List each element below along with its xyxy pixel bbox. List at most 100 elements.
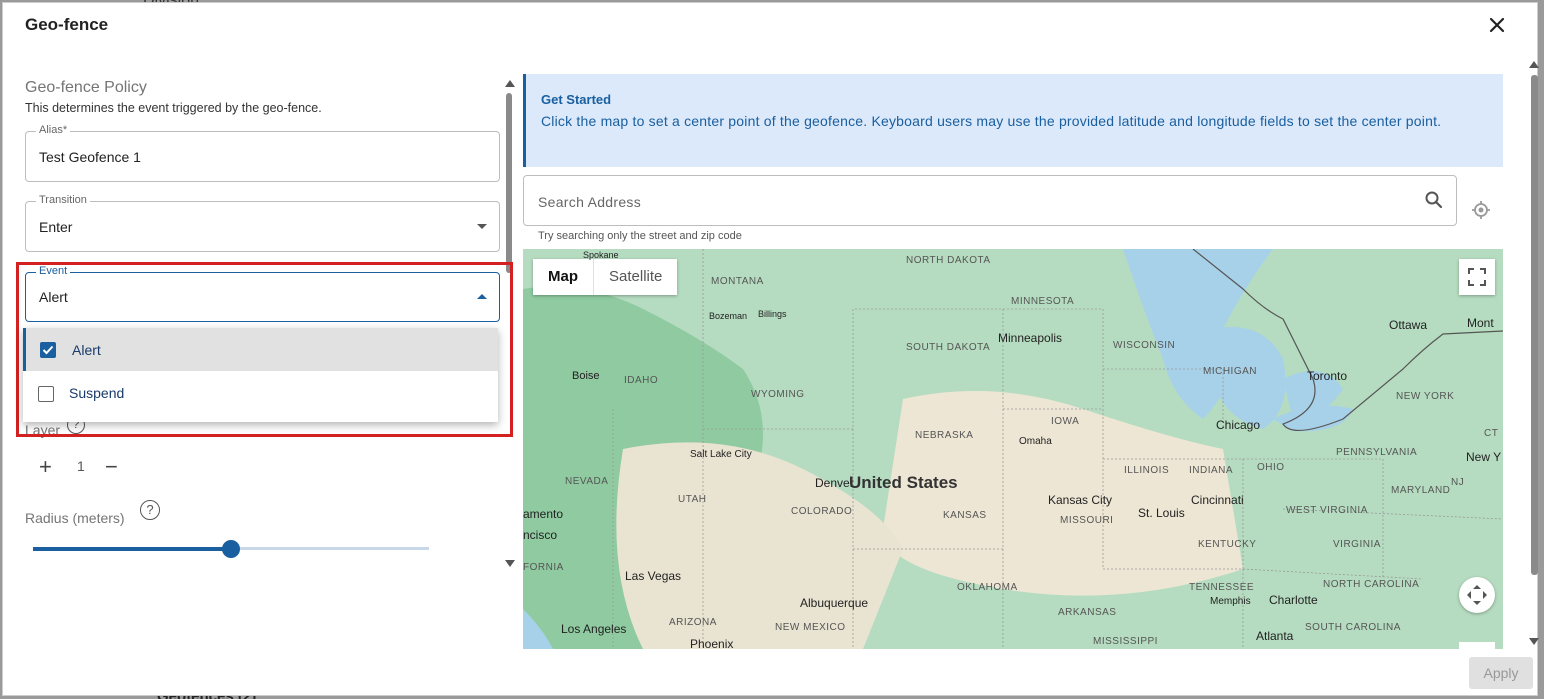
transition-select[interactable]: Transition Enter xyxy=(25,194,500,252)
state-label: MONTANA xyxy=(711,276,764,287)
state-label: SOUTH DAKOTA xyxy=(906,342,991,353)
banner-text: Click the map to set a center point of t… xyxy=(541,113,1442,129)
right-scrollbar[interactable] xyxy=(1531,75,1538,575)
city-label: Phoenix xyxy=(690,637,734,649)
state-label: UTAH xyxy=(678,494,707,505)
city-label: Toronto xyxy=(1307,369,1348,383)
city-label: Kansas City xyxy=(1048,493,1113,507)
state-label: TENNESSEE xyxy=(1189,582,1255,593)
state-label: IDAHO xyxy=(624,375,659,386)
right-scroll-down[interactable] xyxy=(1529,638,1539,645)
search-icon[interactable] xyxy=(1424,190,1444,215)
pan-control-icon[interactable] xyxy=(1459,577,1495,613)
state-label: ARKANSAS xyxy=(1058,607,1117,618)
get-started-banner: Get Started Click the map to set a cente… xyxy=(523,74,1503,167)
event-option-alert[interactable]: Alert xyxy=(23,328,498,371)
layer-increment-button[interactable]: + xyxy=(39,454,52,480)
street-view-icon[interactable] xyxy=(1459,642,1495,649)
city-label: amento xyxy=(523,507,564,521)
left-scroll-down[interactable] xyxy=(505,560,515,567)
state-label: WEST VIRGINIA xyxy=(1286,505,1368,516)
state-label: VIRGINIA xyxy=(1333,539,1381,550)
layer-decrement-button[interactable]: − xyxy=(105,454,118,480)
alias-label: Alias* xyxy=(36,124,71,136)
state-label: SOUTH CAROLINA xyxy=(1305,622,1401,633)
radius-slider-thumb[interactable] xyxy=(222,540,240,558)
search-input[interactable]: Search Address xyxy=(523,175,1457,226)
banner-title: Get Started xyxy=(541,92,612,107)
satellite-tab[interactable]: Satellite xyxy=(594,259,677,295)
city-label: ncisco xyxy=(523,528,558,542)
chevron-down-icon xyxy=(477,224,487,229)
country-label: United States xyxy=(849,473,958,492)
transition-label: Transition xyxy=(36,194,90,206)
state-label: NEVADA xyxy=(565,476,609,487)
dialog-title: Geo-fence xyxy=(25,15,109,34)
state-label: NORTH DAKOTA xyxy=(906,255,991,266)
right-scroll-up[interactable] xyxy=(1529,61,1539,68)
city-label: Los Angeles xyxy=(561,622,627,636)
map-canvas[interactable]: Map Satellite NORTH DAKOTA MONTANA MINNE… xyxy=(523,249,1503,649)
fullscreen-icon[interactable] xyxy=(1459,259,1495,295)
alias-field[interactable]: Alias* Test Geofence 1 xyxy=(25,124,500,182)
left-scroll-up[interactable] xyxy=(505,80,515,87)
state-label: PENNSYLVANIA xyxy=(1336,447,1418,458)
search-hint: Try searching only the street and zip co… xyxy=(538,230,742,242)
radius-info-icon[interactable]: ? xyxy=(140,500,160,520)
event-option-label: Suspend xyxy=(69,385,125,401)
state-label: NEBRASKA xyxy=(915,430,974,441)
state-label: WYOMING xyxy=(751,389,805,400)
state-label: FORNIA xyxy=(523,562,564,573)
city-label: Memphis xyxy=(1210,596,1251,607)
checkbox-unchecked-icon[interactable] xyxy=(38,386,54,402)
state-label: MARYLAND xyxy=(1391,485,1451,496)
event-dropdown-menu: Alert Suspend xyxy=(23,328,498,422)
close-icon[interactable] xyxy=(1485,13,1509,37)
apply-button[interactable]: Apply xyxy=(1469,657,1533,689)
event-option-label: Alert xyxy=(72,342,101,358)
state-label: NEW MEXICO xyxy=(775,622,846,633)
city-label: Las Vegas xyxy=(625,569,682,583)
city-label: Albuquerque xyxy=(800,596,869,610)
policy-title: Geo-fence Policy xyxy=(25,79,147,96)
city-label: Atlanta xyxy=(1256,629,1294,643)
alias-value: Test Geofence 1 xyxy=(39,149,141,165)
city-label: Spokane xyxy=(583,250,619,260)
transition-value: Enter xyxy=(39,219,73,235)
state-label: MINNESOTA xyxy=(1011,296,1075,307)
event-option-suspend[interactable]: Suspend xyxy=(23,372,498,415)
state-label: COLORADO xyxy=(791,506,853,517)
city-label: St. Louis xyxy=(1138,506,1185,520)
city-label: Charlotte xyxy=(1269,593,1318,607)
my-location-icon[interactable] xyxy=(1470,199,1492,226)
checkbox-checked-icon[interactable] xyxy=(40,342,56,358)
left-scrollbar[interactable] xyxy=(506,93,512,273)
city-label: Billings xyxy=(758,309,787,319)
city-label: Denver xyxy=(815,476,854,490)
state-label: MICHIGAN xyxy=(1203,366,1257,377)
map-type-toggle: Map Satellite xyxy=(533,259,678,295)
state-label: ARIZONA xyxy=(669,617,717,628)
state-label: MISSOURI xyxy=(1060,515,1114,526)
state-label: OHIO xyxy=(1257,462,1285,473)
state-label: INDIANA xyxy=(1189,465,1234,476)
city-label: Chicago xyxy=(1216,418,1261,432)
layer-value: 1 xyxy=(77,458,85,474)
radius-label: Radius (meters) xyxy=(25,510,125,526)
state-label: NORTH CAROLINA xyxy=(1323,579,1420,590)
search-placeholder: Search Address xyxy=(538,194,642,210)
state-label: IOWA xyxy=(1051,416,1080,427)
city-label: Cincinnati xyxy=(1191,493,1244,507)
state-label: NJ xyxy=(1451,477,1465,488)
city-label: Omaha xyxy=(1019,436,1052,447)
state-label: KANSAS xyxy=(943,510,987,521)
state-label: CT xyxy=(1484,428,1499,439)
state-label: KENTUCKY xyxy=(1198,539,1257,550)
policy-subtitle: This determines the event triggered by t… xyxy=(25,101,322,115)
radius-slider-fill xyxy=(33,547,231,551)
state-label: ILLINOIS xyxy=(1124,465,1170,476)
map-tab[interactable]: Map xyxy=(533,259,594,295)
city-label: Boise xyxy=(572,370,600,382)
state-label: NEW YORK xyxy=(1396,391,1455,402)
city-label: Salt Lake City xyxy=(690,449,752,460)
